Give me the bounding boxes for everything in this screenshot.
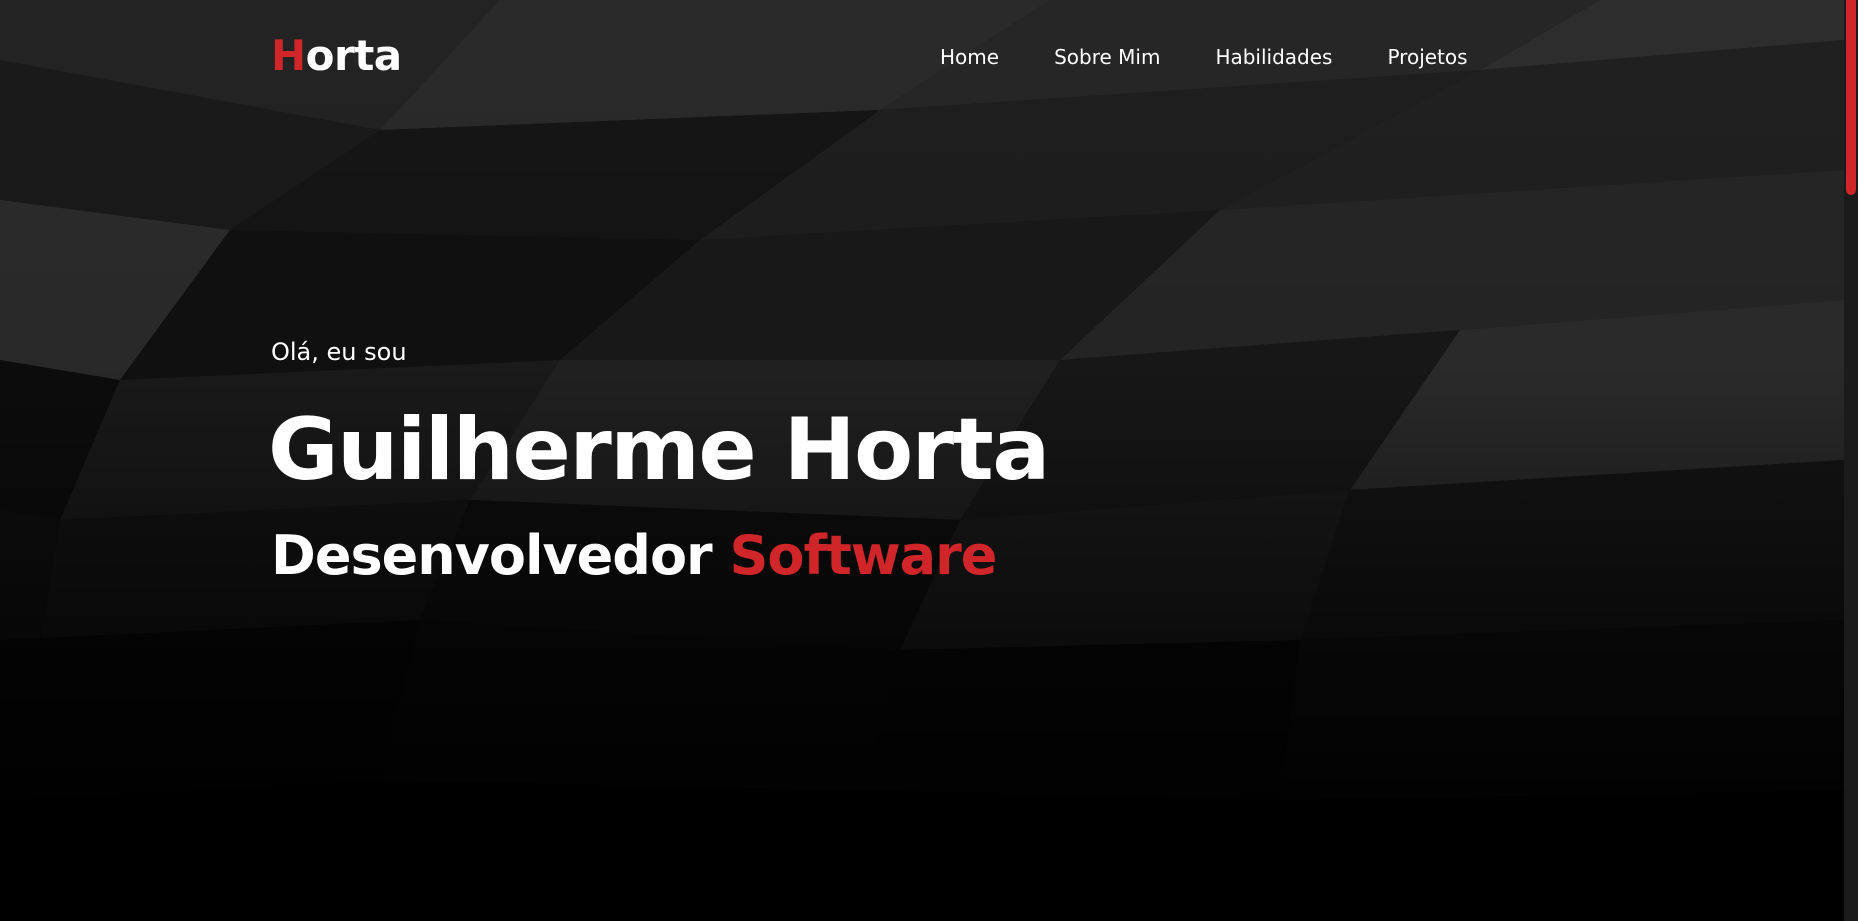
logo-accent-letter: H [271, 31, 306, 80]
nav-link-sobre-mim[interactable]: Sobre Mim [1054, 42, 1160, 72]
hero-role-prefix: Desenvolvedor [271, 524, 713, 587]
nav-link-projetos[interactable]: Projetos [1387, 42, 1467, 72]
hero-role: Desenvolvedor Software [271, 522, 998, 590]
page-scrollbar[interactable] [1844, 0, 1858, 921]
scrollbar-thumb[interactable] [1846, 0, 1856, 195]
hero-role-highlight: Software [729, 524, 998, 587]
nav-link-habilidades[interactable]: Habilidades [1215, 42, 1332, 72]
nav-link-home[interactable]: Home [940, 42, 999, 72]
logo-text: orta [305, 31, 403, 80]
site-logo[interactable]: Horta [271, 30, 402, 82]
hero-name: Guilherme Horta [268, 400, 1050, 500]
top-navbar: Horta Home Sobre Mim Habilidades Projeto… [0, 0, 1844, 115]
nav-menu: Home Sobre Mim Habilidades Projetos [940, 42, 1468, 72]
hero-greeting: Olá, eu sou [271, 338, 407, 366]
